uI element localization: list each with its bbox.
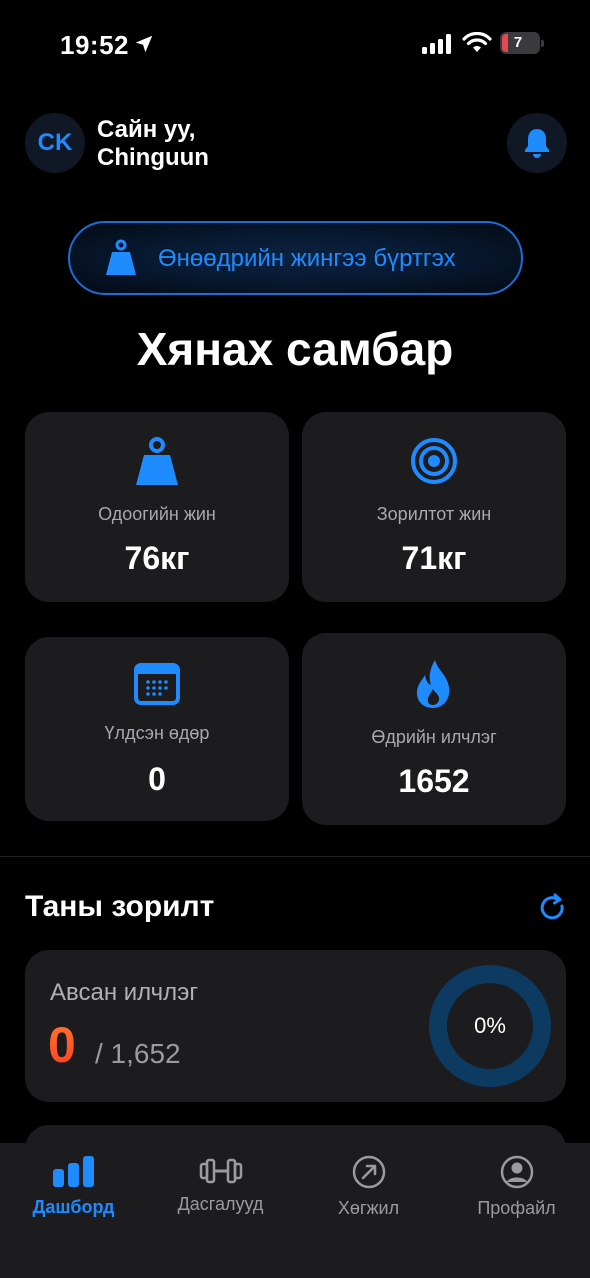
tab-progress-label: Хөгжил [337,1198,400,1218]
greeting: Сайн уу, Chinguun [97,116,209,172]
target-weight-label: Зорилтот жин [376,504,492,524]
tab-progress[interactable]: Хөгжил [295,1143,442,1243]
profile-icon [500,1155,533,1189]
days-left-card: Үлдсэн өдөр 0 [25,637,289,821]
tab-profile-label: Профайл [477,1198,556,1218]
calories-goal-card[interactable]: Авсан илчлэг 0 / 1,652 0% [25,950,566,1102]
daily-calories-value: 1652 [398,763,470,799]
notifications-button[interactable] [507,113,567,173]
section-divider [0,856,590,857]
days-left-value: 0 [148,761,166,797]
current-weight-card: Одоогийн жин 76кг [25,412,289,602]
current-weight-value: 76кг [124,540,190,576]
goals-section-title: Таны зорилт [25,890,215,923]
status-bar: 19:52 7 [0,0,590,90]
bell-icon [525,129,549,158]
progress-arrow-icon [352,1155,385,1189]
avatar[interactable]: CK [25,113,85,173]
target-icon [411,438,457,484]
refresh-icon[interactable] [538,893,568,923]
bar-chart-icon [52,1156,94,1187]
dumbbell-icon [199,1158,242,1184]
record-weight-label: Өнөөдрийн жингээ бүртгэх [158,245,456,272]
days-left-label: Үлдсэн өдөр [104,723,210,743]
tab-exercises-label: Дасгалууд [177,1194,264,1214]
weight-icon [136,437,178,485]
tab-exercises[interactable]: Дасгалууд [147,1143,294,1243]
battery-indicator: 7 [500,32,544,54]
greeting-line-1: Сайн уу, [97,116,196,143]
battery-percent: 7 [513,34,523,51]
target-weight-value: 71кг [401,540,467,576]
tab-dashboard[interactable]: Дашборд [0,1143,147,1243]
calories-goal-total: / 1,652 [95,1038,181,1069]
daily-calories-card: Өдрийн илчлэг 1652 [302,633,566,825]
flame-icon [416,660,450,708]
tab-bar: Дашборд Дасгалууд Хөгжил Профайл [0,1143,590,1278]
location-arrow-icon [135,35,153,53]
status-time: 19:52 [60,30,129,60]
cellular-signal-icon [422,34,451,54]
target-weight-card: Зорилтот жин 71кг [302,412,566,602]
daily-calories-label: Өдрийн илчлэг [371,727,497,747]
weight-icon [106,239,136,275]
calories-percent: 0% [474,1013,506,1038]
page-title: Хянах самбар [136,323,454,375]
current-weight-label: Одоогийн жин [98,504,216,524]
user-name: Chinguun [97,144,209,171]
tab-dashboard-label: Дашборд [32,1197,115,1217]
calories-taken-value: 0 [48,1017,76,1073]
calories-taken-label: Авсан илчлэг [50,979,199,1006]
calendar-icon [134,663,180,705]
tab-profile[interactable]: Профайл [443,1143,590,1243]
record-weight-button[interactable]: Өнөөдрийн жингээ бүртгэх [68,221,523,295]
wifi-icon [462,32,492,52]
